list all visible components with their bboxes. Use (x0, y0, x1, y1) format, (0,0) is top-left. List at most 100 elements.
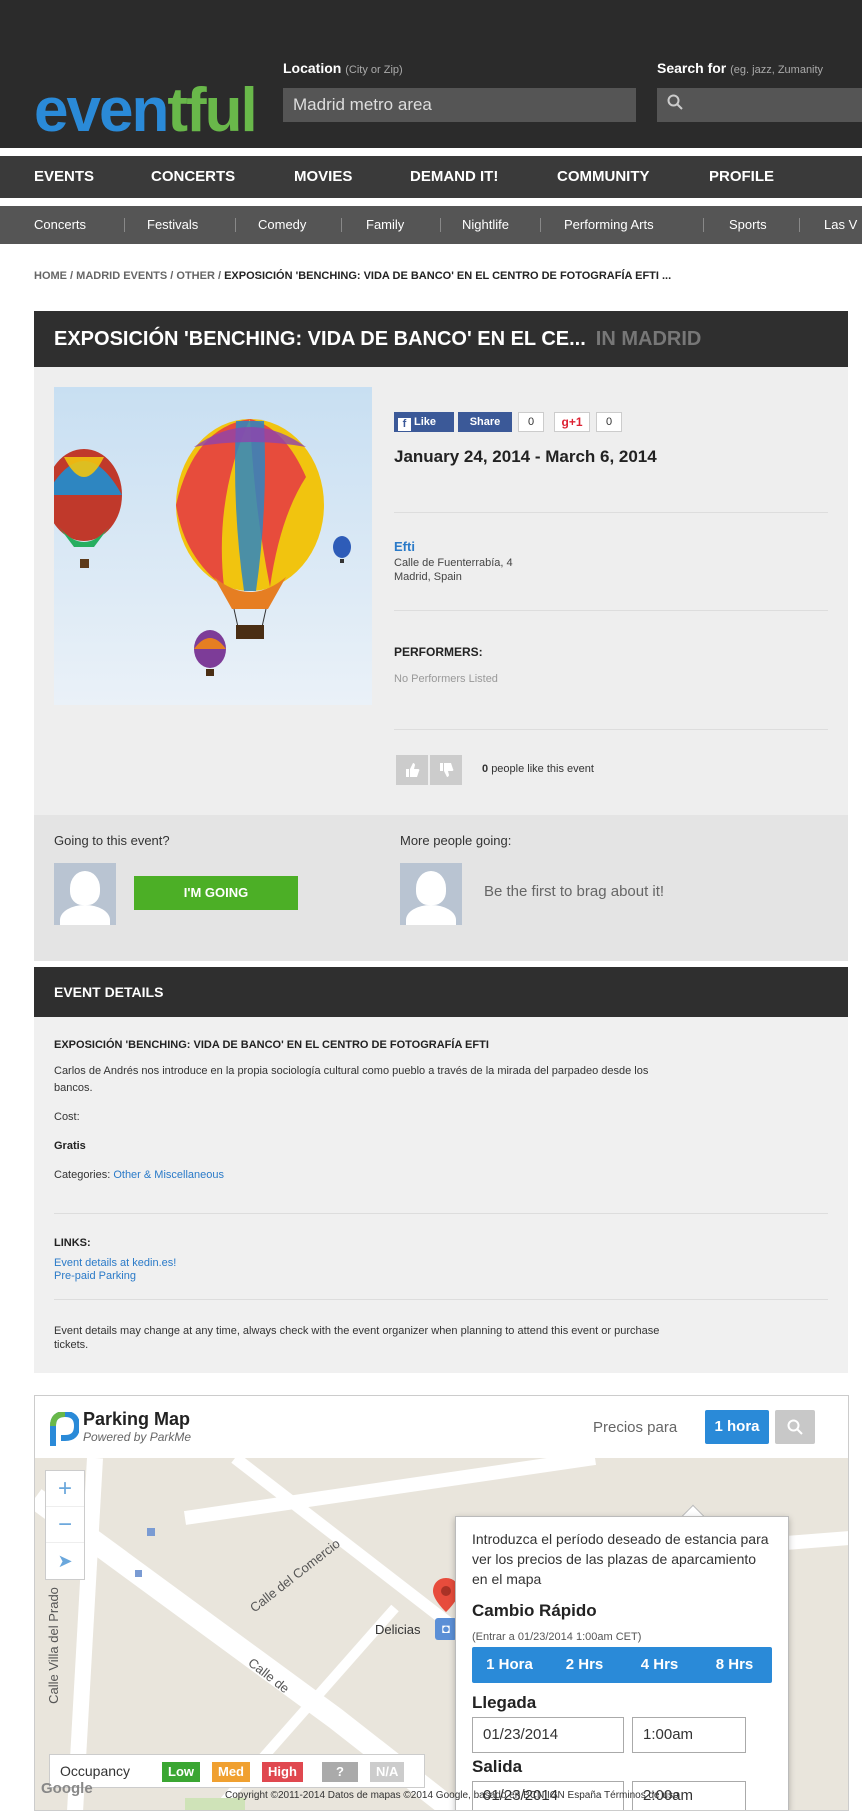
brag-message: Be the first to brag about it! (484, 883, 665, 900)
duration-4h-button[interactable]: 4 Hrs (622, 1647, 697, 1683)
logo-text-part2: tful (167, 76, 257, 145)
likes-text: people like this event (491, 763, 594, 775)
event-details: EXPOSICIÓN 'BENCHING: VIDA DE BANCO' EN … (34, 1017, 848, 1373)
duration-2h-button[interactable]: 2 Hrs (547, 1647, 622, 1683)
location-input[interactable]: Madrid metro area (283, 88, 636, 122)
locate-icon[interactable]: ➤ (46, 1543, 84, 1579)
thumbs-up-icon[interactable] (396, 755, 428, 785)
duration-button[interactable]: 1 hora (705, 1410, 769, 1444)
arrival-date-input[interactable]: 01/23/2014 (472, 1717, 624, 1753)
station-label: Delicias (375, 1622, 421, 1637)
nav-community[interactable]: COMMUNITY (557, 156, 650, 198)
nav-movies[interactable]: MOVIES (294, 156, 352, 198)
occupancy-high: High (262, 1762, 303, 1782)
subnav-sports[interactable]: Sports (729, 206, 767, 244)
im-going-button[interactable]: I'M GOING (134, 876, 298, 910)
subnav-comedy[interactable]: Comedy (258, 206, 306, 244)
google-plus-count: 0 (596, 412, 622, 432)
category-link[interactable]: Other & Miscellaneous (113, 1169, 224, 1181)
entry-time-note: (Entrar a 01/23/2014 1:00am CET) (472, 1631, 642, 1643)
facebook-share-button[interactable]: Share (458, 412, 512, 432)
arrival-label: Llegada (472, 1693, 537, 1712)
more-people-going-label: More people going: (400, 833, 512, 848)
occupancy-unknown: ? (322, 1762, 358, 1782)
site-header: eventful Location (City or Zip) Madrid m… (0, 0, 862, 148)
event-summary: f Like Share 0 g+1 0 January 24, 2014 - M… (34, 367, 848, 815)
occupancy-low: Low (162, 1762, 200, 1782)
search-label: Search for (eg. jazz, Zumanity (657, 60, 823, 76)
subnav-performing-arts[interactable]: Performing Arts (564, 206, 654, 244)
subnav-separator (799, 218, 800, 232)
map-canvas[interactable]: + − ➤ Calle del Comercio Calle Villa del… (35, 1458, 848, 1810)
performers-label: PERFORMERS: (394, 645, 483, 659)
subnav-family[interactable]: Family (366, 206, 404, 244)
map-copyright: Copyright ©2011-2014 Datos de mapas ©201… (225, 1790, 679, 1801)
event-title: EXPOSICIÓN 'BENCHING: VIDA DE BANCO' EN … (54, 328, 586, 350)
duration-8h-button[interactable]: 8 Hrs (697, 1647, 772, 1683)
arrival-time-input[interactable]: 1:00am (632, 1717, 746, 1753)
nav-profile[interactable]: PROFILE (709, 156, 774, 198)
going-question: Going to this event? (54, 833, 170, 848)
venue-address-line1: Calle de Fuenterrabía, 4 (394, 557, 513, 569)
location-label-text: Location (283, 60, 342, 76)
likes-summary: 0 people like this event (482, 763, 594, 775)
occupancy-legend: Occupancy Low Med High ? N/A (49, 1754, 425, 1788)
divider (54, 1299, 828, 1300)
subnav-las-vegas[interactable]: Las V (824, 206, 857, 244)
subnav-separator (540, 218, 541, 232)
link-kedin-text[interactable]: Event details at kedin.es! (54, 1257, 176, 1269)
page-title: EXPOSICIÓN 'BENCHING: VIDA DE BANCO' EN … (54, 328, 701, 351)
disclaimer-line2: tickets. (54, 1339, 89, 1351)
duration-popup: Introduzca el período deseado de estanci… (455, 1516, 789, 1810)
avatar (54, 863, 116, 925)
zoom-out-icon[interactable]: − (46, 1507, 84, 1543)
search-input[interactable] (657, 88, 862, 122)
subnav-separator (235, 218, 236, 232)
google-plus-button[interactable]: g+1 (554, 412, 590, 432)
occupancy-med: Med (212, 1762, 250, 1782)
details-description-line2: bancos. (54, 1082, 93, 1094)
subnav-nightlife[interactable]: Nightlife (462, 206, 509, 244)
departure-label: Salida (472, 1757, 523, 1776)
event-dates: January 24, 2014 - March 6, 2014 (394, 447, 657, 466)
nav-demand-it[interactable]: DEMAND IT! (410, 156, 498, 198)
subnav-separator (440, 218, 441, 232)
parking-map-subtitle: Powered by ParkMe (83, 1430, 192, 1444)
thumbs-down-icon[interactable] (430, 755, 462, 785)
nav-events[interactable]: EVENTS (34, 156, 94, 198)
link-kedin[interactable]: Event details at kedin.es! (54, 1257, 176, 1269)
precios-label: Precios para (593, 1419, 678, 1436)
subnav-festivals[interactable]: Festivals (147, 206, 198, 244)
sub-nav: Concerts Festivals Comedy Family Nightli… (0, 206, 862, 244)
parking-map-widget: Parking Map Powered by ParkMe Precios pa… (34, 1395, 849, 1811)
breadcrumb-trail[interactable]: HOME / MADRID EVENTS / OTHER / (34, 270, 224, 282)
categories-label: Categories: (54, 1169, 111, 1181)
links-label: LINKS: (54, 1237, 91, 1249)
categories: Categories: Other & Miscellaneous (54, 1169, 224, 1181)
main-nav: EVENTS CONCERTS MOVIES DEMAND IT! COMMUN… (0, 156, 862, 198)
eventful-logo[interactable]: eventful (34, 80, 258, 142)
search-hint: (eg. jazz, Zumanity (730, 64, 824, 76)
occupancy-na: N/A (370, 1762, 405, 1782)
location-label: Location (City or Zip) (283, 60, 403, 76)
map-search-button[interactable] (775, 1410, 815, 1444)
search-icon (667, 94, 683, 115)
divider (394, 512, 828, 513)
details-description-line1: Carlos de Andrés nos introduce en la pro… (54, 1065, 649, 1077)
facebook-like-button[interactable]: f Like (394, 412, 454, 432)
subnav-concerts[interactable]: Concerts (34, 206, 86, 244)
avatar (400, 863, 462, 925)
link-parking-text[interactable]: Pre-paid Parking (54, 1270, 136, 1282)
details-event-title: EXPOSICIÓN 'BENCHING: VIDA DE BANCO' EN … (54, 1039, 489, 1051)
nav-concerts[interactable]: CONCERTS (151, 156, 235, 198)
parkme-logo-icon (50, 1412, 79, 1446)
share-count: 0 (518, 412, 544, 432)
venue-name[interactable]: Efti (394, 539, 415, 554)
cost-label: Cost: (54, 1111, 80, 1123)
link-parking[interactable]: Pre-paid Parking (54, 1270, 136, 1282)
zoom-in-icon[interactable]: + (46, 1471, 84, 1507)
event-city: IN MADRID (595, 328, 702, 350)
duration-1h-button[interactable]: 1 Hora (472, 1647, 547, 1683)
venue-address-line2: Madrid, Spain (394, 571, 462, 583)
popup-intro: Introduzca el período deseado de estanci… (472, 1531, 769, 1587)
